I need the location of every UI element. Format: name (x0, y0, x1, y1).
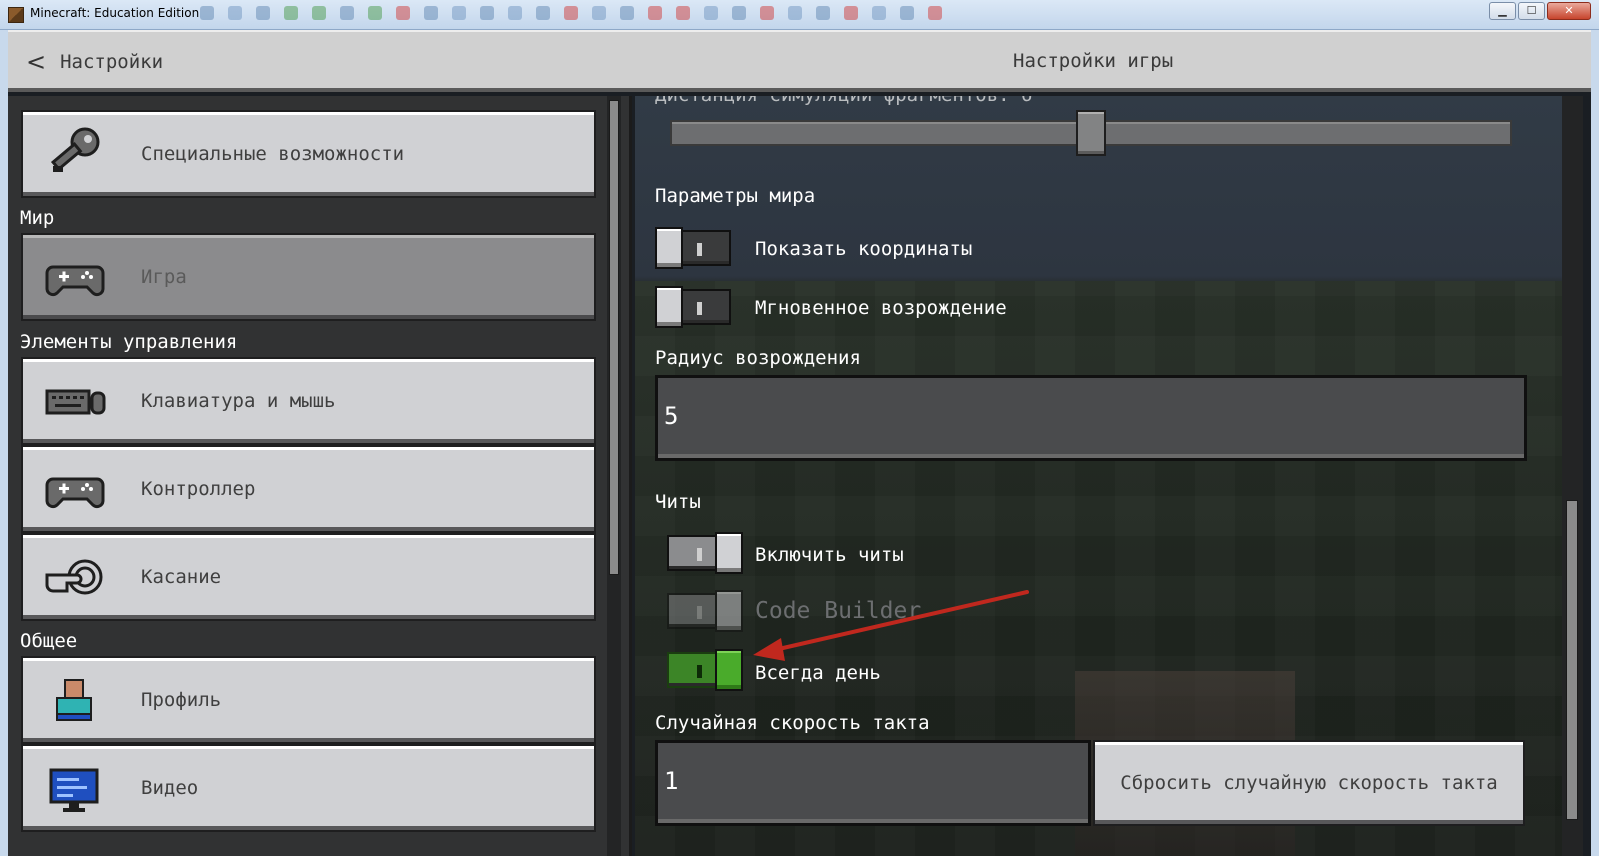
window-controls: ▁ ☐ ✕ (1489, 2, 1591, 20)
touch-hand-icon (45, 559, 103, 595)
gamepad-icon (45, 477, 105, 509)
gamepad-icon (45, 265, 105, 297)
code-builder-label: Code Builder (755, 598, 922, 624)
section-label-world: Мир (20, 207, 55, 229)
settings-header: < Настройки Настройки игры (8, 30, 1591, 92)
enable-cheats-toggle[interactable] (667, 532, 745, 574)
slider-thumb[interactable] (1076, 110, 1106, 156)
code-builder-toggle[interactable] (667, 590, 745, 632)
sidebar-item-label: Контроллер (141, 478, 256, 500)
sidebar-item-label: Профиль (141, 689, 222, 711)
tick-speed-field[interactable]: 1 (655, 740, 1091, 826)
respawn-radius-value: 5 (664, 402, 679, 430)
window-frame-left (0, 30, 8, 856)
instant-respawn-label: Мгновенное возрождение (755, 297, 1007, 319)
sidebar-item-label: Клавиатура и мышь (141, 390, 336, 412)
reset-tick-speed-button[interactable]: Сбросить случайную скорость такта (1093, 740, 1525, 826)
show-coordinates-label: Показать координаты (755, 238, 973, 260)
sidebar-item-touch[interactable]: Касание (21, 533, 596, 621)
reset-tick-speed-label: Сбросить случайную скорость такта (1120, 772, 1498, 794)
enable-cheats-label: Включить читы (755, 544, 904, 566)
key-icon (50, 127, 100, 172)
monitor-icon (49, 768, 99, 812)
sidebar-item-label: Игра (141, 266, 187, 288)
chevron-left-icon: < (26, 48, 47, 76)
world-params-label: Параметры мира (655, 185, 816, 207)
section-label-general: Общее (20, 630, 78, 652)
profile-avatar-icon (56, 679, 92, 721)
simulation-distance-label: Дистанция симуляции фрагментов: 6 (655, 96, 1033, 106)
keyboard-mouse-icon (45, 389, 106, 415)
respawn-radius-field[interactable]: 5 (655, 375, 1527, 461)
section-label-controls: Элементы управления (20, 331, 238, 353)
sidebar-item-video[interactable]: Видео (21, 744, 596, 832)
show-coordinates-toggle[interactable] (655, 227, 733, 269)
cheats-label: Читы (655, 491, 701, 513)
sidebar-item-label: Специальные возможности (141, 143, 405, 165)
settings-content-pane: Дистанция симуляции фрагментов: 6 Параме… (635, 96, 1562, 856)
sidebar-item-controller[interactable]: Контроллер (21, 445, 596, 533)
sidebar-scrollbar[interactable] (609, 100, 619, 575)
sidebar-item-label: Видео (141, 777, 199, 799)
minimize-button[interactable]: ▁ (1489, 2, 1516, 20)
background-tab-strip (200, 6, 1450, 24)
window-title: Minecraft: Education Edition (30, 6, 200, 20)
sidebar-item-keyboard-mouse[interactable]: Клавиатура и мышь (21, 357, 596, 445)
maximize-button[interactable]: ☐ (1518, 2, 1545, 20)
minecraft-app-icon (8, 7, 24, 23)
content-scrollbar[interactable] (1566, 500, 1578, 820)
back-button[interactable]: < Настройки (26, 46, 163, 78)
sidebar-item-accessibility[interactable]: Специальные возможности (21, 110, 596, 198)
page-title: Настройки игры (1013, 50, 1174, 72)
sidebar-item-game[interactable]: Игра (21, 233, 596, 321)
settings-sidebar: Специальные возможности Мир Игра Элемент… (8, 96, 632, 856)
tick-speed-value: 1 (664, 767, 679, 795)
back-button-label: Настройки (60, 51, 164, 73)
window-titlebar: Minecraft: Education Edition ▁ ☐ ✕ (0, 0, 1599, 30)
window-frame-right (1591, 30, 1599, 856)
tick-speed-label: Случайная скорость такта (655, 712, 930, 734)
always-day-label: Всегда день (755, 662, 881, 684)
always-day-toggle[interactable] (667, 649, 745, 691)
close-button[interactable]: ✕ (1547, 2, 1591, 20)
sidebar-item-profile[interactable]: Профиль (21, 656, 596, 744)
sidebar-item-label: Касание (141, 566, 222, 588)
instant-respawn-toggle[interactable] (655, 286, 733, 328)
respawn-radius-label: Радиус возрождения (655, 347, 861, 369)
